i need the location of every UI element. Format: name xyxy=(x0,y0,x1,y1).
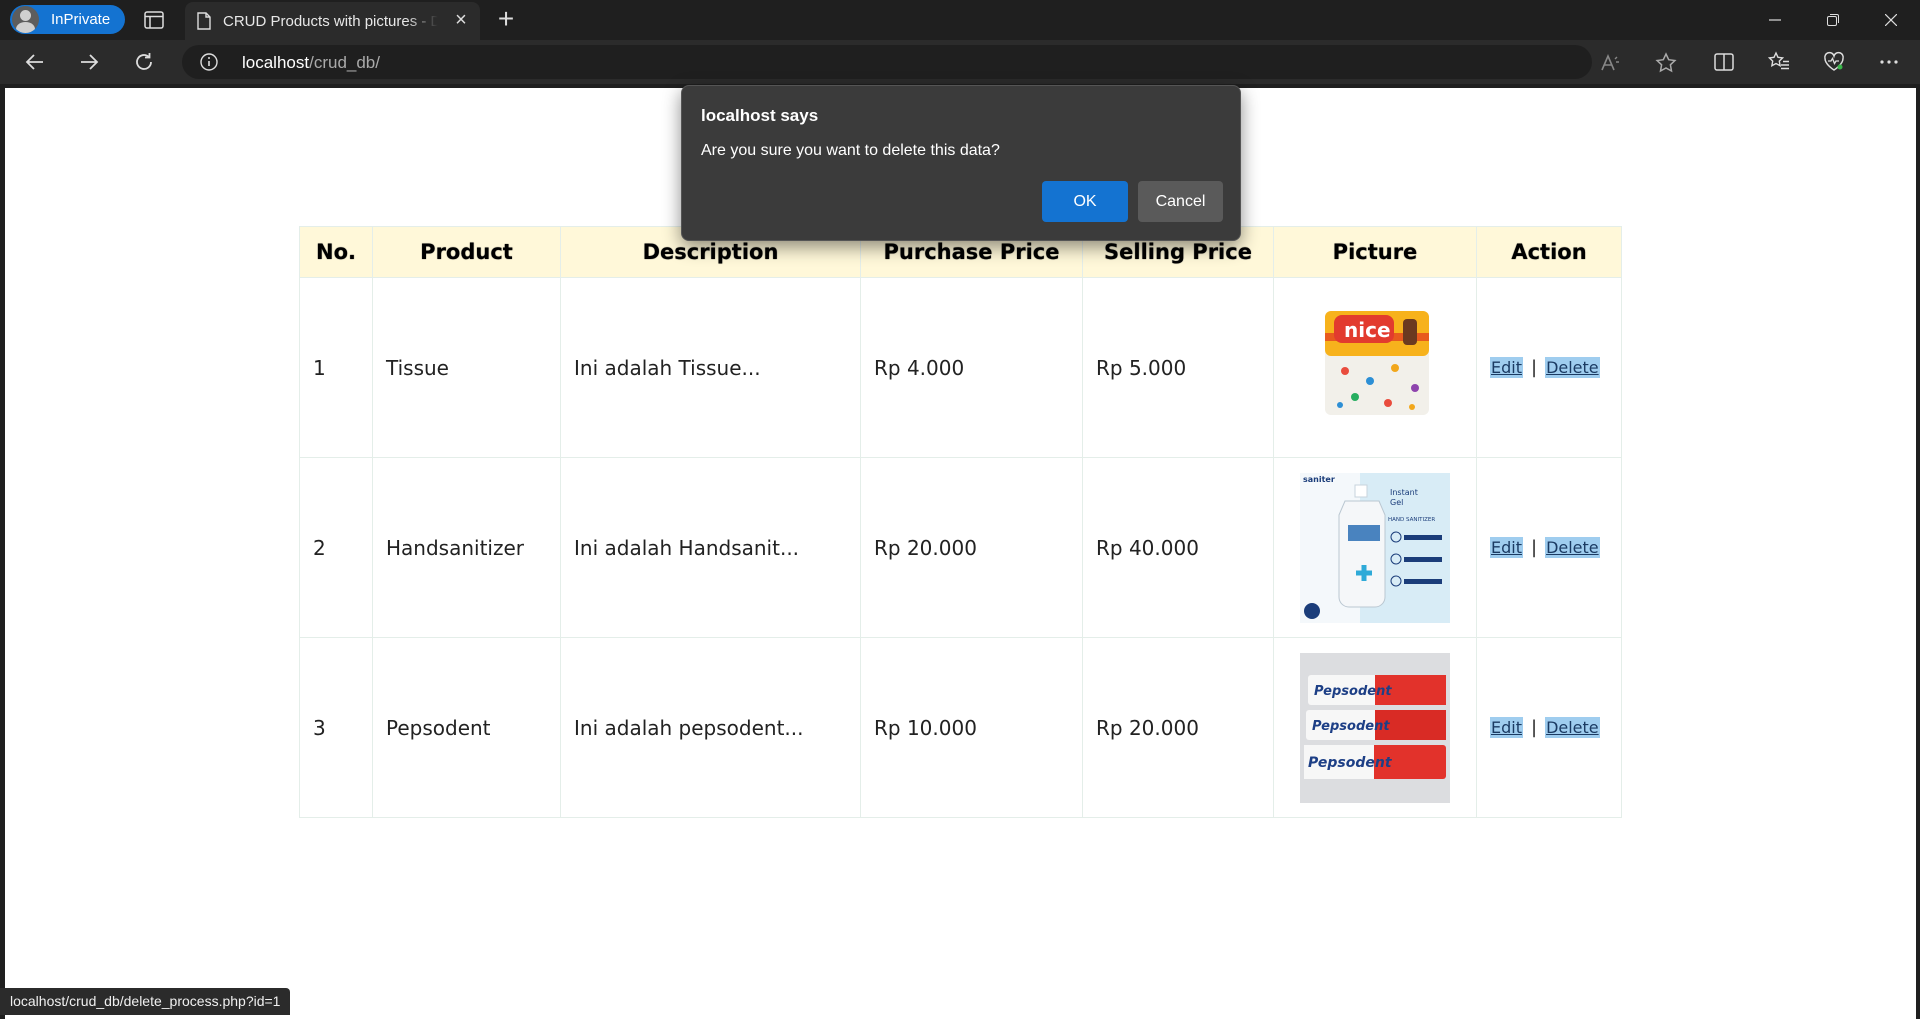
cell-product: Tissue xyxy=(372,277,561,458)
close-window-button[interactable] xyxy=(1868,0,1914,40)
cell-selling-price: Rp 20.000 xyxy=(1082,637,1274,818)
profile-avatar-icon xyxy=(12,6,39,33)
close-tab-icon[interactable]: × xyxy=(452,10,470,30)
action-separator: | xyxy=(1530,357,1538,378)
cell-action: Edit | Delete xyxy=(1476,277,1622,458)
browser-toolbar: localhost/crud_db/ xyxy=(0,40,1920,84)
hand-sanitizer-image: saniter Instant Gel HAND SANITIZER xyxy=(1300,472,1450,623)
cell-picture: Pepsodent Pepsodent Pepsodent xyxy=(1273,637,1477,818)
new-tab-button[interactable]: + xyxy=(492,5,520,34)
dialog-message: Are you sure you want to delete this dat… xyxy=(701,142,1000,159)
delete-link[interactable]: Delete xyxy=(1545,717,1600,738)
edit-link[interactable]: Edit xyxy=(1490,357,1523,378)
toothpaste-tube-2: Pepsodent xyxy=(1306,709,1446,740)
split-screen-icon[interactable] xyxy=(1713,51,1735,73)
tissue-brand-text: nice xyxy=(1344,318,1391,342)
minimize-button[interactable] xyxy=(1752,0,1798,40)
toothpaste-brand-text-3: Pepsodent xyxy=(1308,755,1393,771)
cell-purchase-price: Rp 10.000 xyxy=(860,637,1083,818)
restore-icon xyxy=(1827,14,1839,26)
favorites-icon[interactable] xyxy=(1768,51,1790,73)
tissue-box-image: nice xyxy=(1325,310,1429,415)
page-icon xyxy=(197,12,211,30)
browser-essentials-icon[interactable] xyxy=(1823,51,1845,73)
table-row: 1 Tissue Ini adalah Tissue... Rp 4.000 R… xyxy=(299,277,1622,458)
refresh-button[interactable] xyxy=(128,46,160,78)
dialog-title: localhost says xyxy=(701,106,819,125)
close-window-icon xyxy=(1884,13,1898,27)
toothpaste-tube-3: Pepsodent xyxy=(1304,744,1446,779)
tab-active[interactable]: CRUD Products with pictures - Data × xyxy=(185,2,480,40)
cancel-button[interactable]: Cancel xyxy=(1138,181,1223,222)
cell-description: Ini adalah pepsodent... xyxy=(560,637,861,818)
toothpaste-image: Pepsodent Pepsodent Pepsodent xyxy=(1300,652,1450,803)
back-button[interactable] xyxy=(19,46,51,78)
header-product: Product xyxy=(372,226,561,278)
status-url-tooltip: localhost/crud_db/delete_process.php?id=… xyxy=(0,988,291,1015)
ok-button[interactable]: OK xyxy=(1042,181,1128,222)
cell-action: Edit | Delete xyxy=(1476,637,1622,818)
edit-link[interactable]: Edit xyxy=(1490,717,1523,738)
cell-no: 2 xyxy=(299,457,373,638)
tab-actions-button[interactable] xyxy=(140,7,168,33)
sanitizer-label-text: HAND SANITIZER xyxy=(1388,517,1435,523)
inprivate-label: InPrivate xyxy=(51,11,111,28)
toothpaste-brand-text-1: Pepsodent xyxy=(1314,684,1392,699)
tab-actions-icon xyxy=(144,11,164,29)
cell-product: Handsanitizer xyxy=(372,457,561,638)
header-no: No. xyxy=(299,226,373,278)
arrow-left-icon xyxy=(25,54,43,70)
sanitizer-brand-text: saniter xyxy=(1303,475,1335,484)
cell-no: 1 xyxy=(299,277,373,458)
url-host: localhost xyxy=(242,53,310,72)
info-icon[interactable] xyxy=(200,53,218,71)
products-table: No. Product Description Purchase Price S… xyxy=(299,226,1622,818)
url-path: /crud_db/ xyxy=(309,53,380,72)
header-picture: Picture xyxy=(1273,226,1477,278)
sanitizer-instant-text: Instant xyxy=(1390,488,1418,497)
cell-selling-price: Rp 40.000 xyxy=(1082,457,1274,638)
cell-picture: saniter Instant Gel HAND SANITIZER xyxy=(1273,457,1477,638)
sanitizer-gel-text: Gel xyxy=(1390,498,1403,507)
toothpaste-tube-1: Pepsodent xyxy=(1308,674,1446,705)
cell-purchase-price: Rp 20.000 xyxy=(860,457,1083,638)
arrow-right-icon xyxy=(81,54,99,70)
cell-action: Edit | Delete xyxy=(1476,457,1622,638)
read-aloud-icon[interactable] xyxy=(1599,52,1621,74)
tab-title: CRUD Products with pictures - Data xyxy=(223,12,438,30)
address-bar[interactable]: localhost/crud_db/ xyxy=(182,45,1677,79)
confirm-dialog: localhost says Are you sure you want to … xyxy=(681,85,1241,241)
url-text: localhost/crud_db/ xyxy=(242,53,380,73)
table-row: 2 Handsanitizer Ini adalah Handsanit... … xyxy=(299,457,1622,638)
cell-picture: nice xyxy=(1273,277,1477,458)
restore-button[interactable] xyxy=(1810,0,1856,40)
forward-button[interactable] xyxy=(73,46,105,78)
title-bar: InPrivate CRUD Products with pictures - … xyxy=(0,0,1920,40)
table-row: 3 Pepsodent Ini adalah pepsodent... Rp 1… xyxy=(299,637,1622,818)
favorite-star-icon[interactable] xyxy=(1655,52,1677,74)
refresh-icon xyxy=(136,53,152,70)
edit-link[interactable]: Edit xyxy=(1490,537,1523,558)
delete-link[interactable]: Delete xyxy=(1545,357,1600,378)
action-separator: | xyxy=(1530,537,1538,558)
cell-description: Ini adalah Handsanit... xyxy=(560,457,861,638)
toothpaste-brand-text-2: Pepsodent xyxy=(1312,719,1390,734)
action-separator: | xyxy=(1530,717,1538,738)
cell-no: 3 xyxy=(299,637,373,818)
cell-product: Pepsodent xyxy=(372,637,561,818)
delete-link[interactable]: Delete xyxy=(1545,537,1600,558)
cell-purchase-price: Rp 4.000 xyxy=(860,277,1083,458)
more-menu-icon[interactable] xyxy=(1878,51,1900,73)
minimize-icon xyxy=(1769,19,1781,21)
inprivate-badge[interactable]: InPrivate xyxy=(10,5,125,34)
header-action: Action xyxy=(1476,226,1622,278)
cell-selling-price: Rp 5.000 xyxy=(1082,277,1274,458)
cell-description: Ini adalah Tissue... xyxy=(560,277,861,458)
